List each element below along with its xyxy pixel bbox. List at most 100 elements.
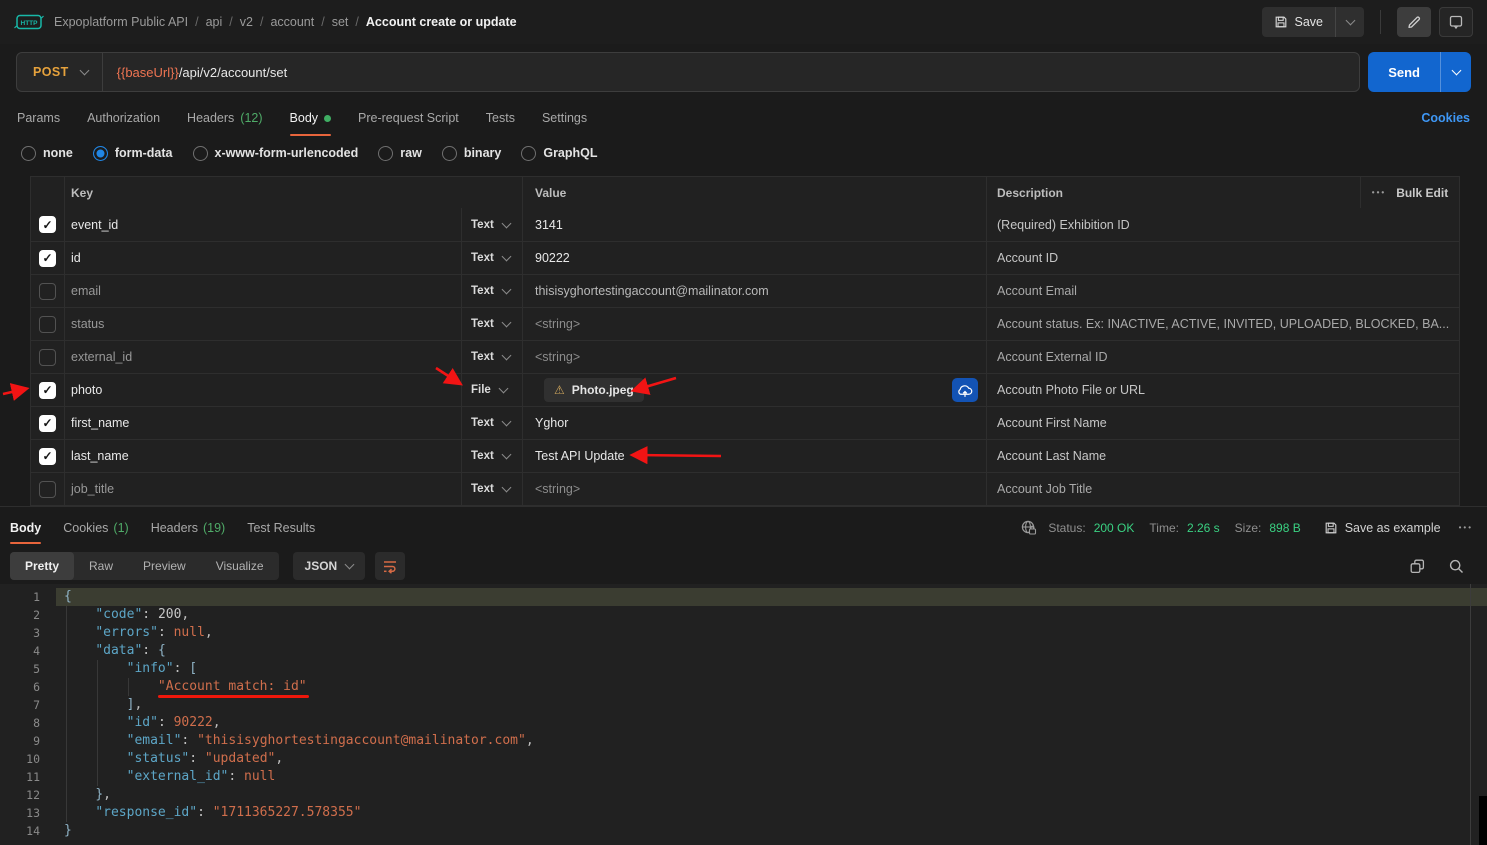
value-cell[interactable]: Test API Update	[522, 440, 986, 472]
type-select[interactable]: Text	[461, 407, 522, 439]
type-select[interactable]: Text	[461, 208, 522, 241]
breadcrumb-item[interactable]: set	[332, 15, 349, 29]
key-cell[interactable]: id	[65, 242, 461, 274]
description-cell[interactable]: Account Last Name	[986, 440, 1459, 472]
value-cell[interactable]: <string>	[522, 473, 986, 505]
code-line: 11 "external_id": null	[0, 768, 1487, 786]
tab-headers[interactable]: Headers(12)	[187, 100, 262, 136]
description-cell[interactable]: Account Email	[986, 275, 1459, 307]
copy-button[interactable]	[1409, 558, 1426, 575]
scrollbar-track[interactable]	[1470, 584, 1471, 845]
description-cell[interactable]: (Required) Exhibition ID	[986, 208, 1459, 241]
type-select[interactable]: Text	[461, 341, 522, 373]
search-button[interactable]	[1448, 558, 1465, 575]
body-mode-label: raw	[400, 146, 422, 160]
type-select[interactable]: Text	[461, 440, 522, 472]
value-cell[interactable]: 90222	[522, 242, 986, 274]
description-cell[interactable]: Accoutn Photo File or URL	[986, 374, 1459, 406]
tab-authorization[interactable]: Authorization	[87, 100, 160, 136]
response-body-viewer: 1{2 "code": 200,3 "errors": null,4 "data…	[0, 584, 1487, 845]
value-cell[interactable]: Yghor	[522, 407, 986, 439]
value-cell[interactable]: <string>	[522, 308, 986, 340]
breadcrumb-item[interactable]: v2	[240, 15, 253, 29]
tab-pre-request-script[interactable]: Pre-request Script	[358, 100, 459, 136]
type-select[interactable]: Text	[461, 473, 522, 505]
value-cell[interactable]: 3141	[522, 208, 986, 241]
key-cell[interactable]: photo	[65, 374, 461, 406]
method-select[interactable]: POST	[17, 53, 102, 91]
value-cell[interactable]: ⚠Photo.jpeg	[522, 374, 986, 406]
value-text: <string>	[535, 317, 580, 331]
row-checkbox[interactable]: ✓	[39, 415, 56, 432]
body-mode-form-data[interactable]: form-data	[93, 146, 173, 161]
response-tab-count: (19)	[203, 521, 225, 535]
tab-body[interactable]: Body	[290, 100, 332, 136]
row-checkbox[interactable]	[39, 316, 56, 333]
response-tab-cookies[interactable]: Cookies(1)	[63, 507, 128, 548]
response-more-options-button[interactable]: •••	[1459, 523, 1473, 532]
photo-file-chip[interactable]: ⚠Photo.jpeg	[544, 378, 644, 402]
row-checkbox[interactable]: ✓	[39, 448, 56, 465]
breadcrumb-item[interactable]: Expoplatform Public API	[54, 15, 188, 29]
body-mode-raw[interactable]: raw	[378, 146, 422, 161]
description-cell[interactable]: Account ID	[986, 242, 1459, 274]
description-cell[interactable]: Account Job Title	[986, 473, 1459, 505]
view-tab-raw[interactable]: Raw	[74, 552, 128, 580]
type-select[interactable]: Text	[461, 308, 522, 340]
key-cell[interactable]: first_name	[65, 407, 461, 439]
view-tab-pretty[interactable]: Pretty	[10, 552, 74, 580]
wrap-text-button[interactable]	[375, 552, 405, 580]
key-cell[interactable]: email	[65, 275, 461, 307]
type-select[interactable]: File	[461, 374, 522, 406]
row-checkbox[interactable]: ✓	[39, 382, 56, 399]
save-options-button[interactable]	[1335, 7, 1364, 37]
row-checkbox[interactable]: ✓	[39, 216, 56, 233]
breadcrumb-item[interactable]: api	[206, 15, 223, 29]
tab-tests[interactable]: Tests	[486, 100, 515, 136]
type-select[interactable]: Text	[461, 242, 522, 274]
description-cell[interactable]: Account status. Ex: INACTIVE, ACTIVE, IN…	[986, 308, 1459, 340]
tab-settings[interactable]: Settings	[542, 100, 587, 136]
comments-button[interactable]	[1439, 7, 1473, 37]
body-mode-x-www-form-urlencoded[interactable]: x-www-form-urlencoded	[193, 146, 359, 161]
view-tab-visualize[interactable]: Visualize	[201, 552, 279, 580]
type-select[interactable]: Text	[461, 275, 522, 307]
description-cell[interactable]: Account First Name	[986, 407, 1459, 439]
key-cell[interactable]: external_id	[65, 341, 461, 373]
send-button[interactable]: Send	[1368, 52, 1440, 92]
row-checkbox[interactable]	[39, 349, 56, 366]
tab-params[interactable]: Params	[17, 100, 60, 136]
description-cell[interactable]: Account External ID	[986, 341, 1459, 373]
code-text: "email": "thisisyghortestingaccount@mail…	[56, 732, 1487, 750]
upload-file-button[interactable]	[952, 378, 978, 402]
warning-icon: ⚠	[554, 383, 565, 397]
row-checkbox[interactable]	[39, 283, 56, 300]
method-label: POST	[33, 65, 69, 79]
response-format-select[interactable]: JSON	[293, 552, 366, 580]
view-tab-preview[interactable]: Preview	[128, 552, 201, 580]
breadcrumb-item[interactable]: account	[270, 15, 314, 29]
key-cell[interactable]: last_name	[65, 440, 461, 472]
indent-guide	[97, 750, 98, 768]
value-cell[interactable]: <string>	[522, 341, 986, 373]
response-tab-headers[interactable]: Headers(19)	[151, 507, 225, 548]
row-checkbox[interactable]: ✓	[39, 250, 56, 267]
body-mode-binary[interactable]: binary	[442, 146, 502, 161]
body-mode-graphql[interactable]: GraphQL	[521, 146, 597, 161]
cookies-link[interactable]: Cookies	[1421, 111, 1470, 125]
radio-icon	[193, 146, 208, 161]
send-options-button[interactable]	[1440, 52, 1471, 92]
body-mode-none[interactable]: none	[21, 146, 73, 161]
response-tab-body[interactable]: Body	[10, 507, 41, 548]
save-button[interactable]: Save	[1262, 7, 1336, 37]
edit-button[interactable]	[1397, 7, 1431, 37]
response-tab-test-results[interactable]: Test Results	[247, 507, 315, 548]
url-input[interactable]: {{baseUrl}}/api/v2/account/set	[117, 65, 288, 80]
value-cell[interactable]: thisisyghortestingaccount@mailinator.com	[522, 275, 986, 307]
save-as-example-button[interactable]: Save as example	[1324, 521, 1441, 535]
bulk-edit-button[interactable]: ••• Bulk Edit	[1360, 177, 1459, 208]
row-checkbox[interactable]	[39, 481, 56, 498]
key-cell[interactable]: job_title	[65, 473, 461, 505]
key-cell[interactable]: status	[65, 308, 461, 340]
key-cell[interactable]: event_id	[65, 208, 461, 241]
